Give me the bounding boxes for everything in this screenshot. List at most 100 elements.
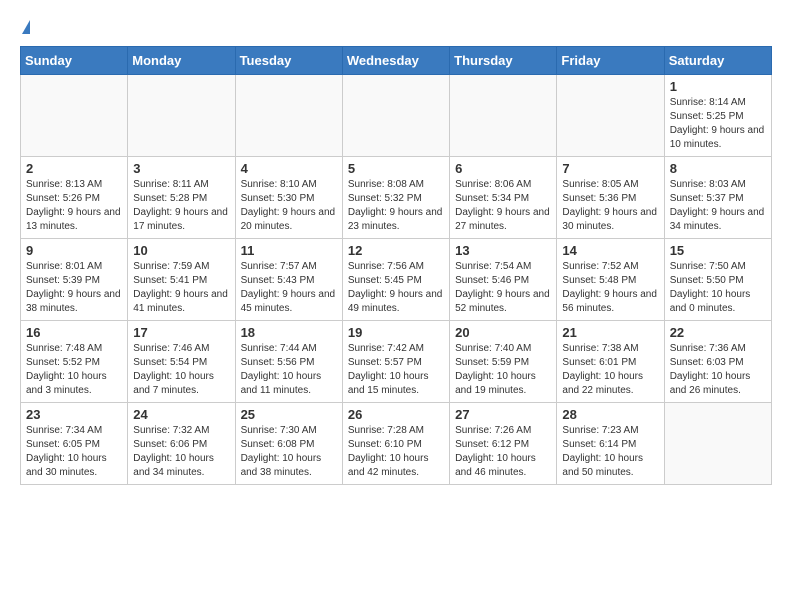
day-info: Sunrise: 7:42 AM Sunset: 5:57 PM Dayligh… — [348, 342, 444, 398]
calendar-cell: 19 Sunrise: 7:42 AM Sunset: 5:57 PM Dayli… — [342, 321, 449, 403]
calendar-cell: 4 Sunrise: 8:10 AM Sunset: 5:30 PM Daylig… — [235, 157, 342, 239]
day-number: 23 — [26, 407, 122, 422]
calendar-cell: 12 Sunrise: 7:56 AM Sunset: 5:45 PM Dayli… — [342, 239, 449, 321]
calendar-cell: 27 Sunrise: 7:26 AM Sunset: 6:12 PM Dayli… — [450, 403, 557, 485]
calendar-cell: 20 Sunrise: 7:40 AM Sunset: 5:59 PM Dayli… — [450, 321, 557, 403]
day-info: Sunrise: 7:57 AM Sunset: 5:43 PM Dayligh… — [241, 260, 337, 316]
day-number: 5 — [348, 161, 444, 176]
day-number: 24 — [133, 407, 229, 422]
header — [20, 20, 772, 36]
calendar-cell: 11Sunrise: 7:57 AM Sunset: 5:43 PM Dayli… — [235, 239, 342, 321]
calendar-cell: 16Sunrise: 7:48 AM Sunset: 5:52 PM Dayli… — [21, 321, 128, 403]
day-number: 17 — [133, 325, 229, 340]
calendar-cell: 26 Sunrise: 7:28 AM Sunset: 6:10 PM Dayli… — [342, 403, 449, 485]
day-info: Sunrise: 7:30 AM Sunset: 6:08 PM Dayligh… — [241, 424, 337, 480]
column-header-thursday: Thursday — [450, 47, 557, 75]
calendar-header-row: SundayMondayTuesdayWednesdayThursdayFrid… — [21, 47, 772, 75]
calendar-cell — [450, 75, 557, 157]
calendar-cell: 17 Sunrise: 7:46 AM Sunset: 5:54 PM Dayli… — [128, 321, 235, 403]
day-info: Sunrise: 7:44 AM Sunset: 5:56 PM Dayligh… — [241, 342, 337, 398]
day-info: Sunrise: 7:50 AM Sunset: 5:50 PM Dayligh… — [670, 260, 766, 316]
day-info: Sunrise: 7:46 AM Sunset: 5:54 PM Dayligh… — [133, 342, 229, 398]
day-info: Sunrise: 7:38 AM Sunset: 6:01 PM Dayligh… — [562, 342, 658, 398]
day-info: Sunrise: 7:23 AM Sunset: 6:14 PM Dayligh… — [562, 424, 658, 480]
day-number: 3 — [133, 161, 229, 176]
day-number: 10 — [133, 243, 229, 258]
day-info: Sunrise: 8:06 AM Sunset: 5:34 PM Dayligh… — [455, 178, 551, 234]
calendar-cell — [664, 403, 771, 485]
calendar-cell: 8 Sunrise: 8:03 AM Sunset: 5:37 PM Daylig… — [664, 157, 771, 239]
calendar-cell: 9 Sunrise: 8:01 AM Sunset: 5:39 PM Daylig… — [21, 239, 128, 321]
calendar-cell: 15 Sunrise: 7:50 AM Sunset: 5:50 PM Dayli… — [664, 239, 771, 321]
day-number: 8 — [670, 161, 766, 176]
day-number: 27 — [455, 407, 551, 422]
day-number: 20 — [455, 325, 551, 340]
calendar-cell — [557, 75, 664, 157]
calendar-cell: 21Sunrise: 7:38 AM Sunset: 6:01 PM Dayli… — [557, 321, 664, 403]
calendar-cell — [342, 75, 449, 157]
day-number: 7 — [562, 161, 658, 176]
day-info: Sunrise: 8:10 AM Sunset: 5:30 PM Dayligh… — [241, 178, 337, 234]
calendar-cell — [235, 75, 342, 157]
column-header-saturday: Saturday — [664, 47, 771, 75]
calendar-cell: 23 Sunrise: 7:34 AM Sunset: 6:05 PM Dayli… — [21, 403, 128, 485]
logo — [20, 20, 30, 36]
day-number: 28 — [562, 407, 658, 422]
day-info: Sunrise: 7:34 AM Sunset: 6:05 PM Dayligh… — [26, 424, 122, 480]
day-number: 14 — [562, 243, 658, 258]
day-number: 19 — [348, 325, 444, 340]
calendar-cell: 24 Sunrise: 7:32 AM Sunset: 6:06 PM Dayli… — [128, 403, 235, 485]
day-info: Sunrise: 7:54 AM Sunset: 5:46 PM Dayligh… — [455, 260, 551, 316]
calendar-cell — [21, 75, 128, 157]
day-number: 22 — [670, 325, 766, 340]
calendar-week-row: 9 Sunrise: 8:01 AM Sunset: 5:39 PM Daylig… — [21, 239, 772, 321]
day-info: Sunrise: 7:40 AM Sunset: 5:59 PM Dayligh… — [455, 342, 551, 398]
column-header-tuesday: Tuesday — [235, 47, 342, 75]
day-number: 6 — [455, 161, 551, 176]
calendar-cell: 5 Sunrise: 8:08 AM Sunset: 5:32 PM Daylig… — [342, 157, 449, 239]
calendar-cell: 7 Sunrise: 8:05 AM Sunset: 5:36 PM Daylig… — [557, 157, 664, 239]
day-info: Sunrise: 7:28 AM Sunset: 6:10 PM Dayligh… — [348, 424, 444, 480]
calendar-week-row: 1 Sunrise: 8:14 AM Sunset: 5:25 PM Daylig… — [21, 75, 772, 157]
calendar-cell: 1 Sunrise: 8:14 AM Sunset: 5:25 PM Daylig… — [664, 75, 771, 157]
calendar-cell: 28 Sunrise: 7:23 AM Sunset: 6:14 PM Dayli… — [557, 403, 664, 485]
day-number: 1 — [670, 79, 766, 94]
calendar-cell: 13 Sunrise: 7:54 AM Sunset: 5:46 PM Dayli… — [450, 239, 557, 321]
calendar-cell: 6 Sunrise: 8:06 AM Sunset: 5:34 PM Daylig… — [450, 157, 557, 239]
column-header-wednesday: Wednesday — [342, 47, 449, 75]
calendar-week-row: 2 Sunrise: 8:13 AM Sunset: 5:26 PM Daylig… — [21, 157, 772, 239]
calendar-week-row: 16Sunrise: 7:48 AM Sunset: 5:52 PM Dayli… — [21, 321, 772, 403]
calendar-cell: 2 Sunrise: 8:13 AM Sunset: 5:26 PM Daylig… — [21, 157, 128, 239]
day-number: 9 — [26, 243, 122, 258]
calendar-table: SundayMondayTuesdayWednesdayThursdayFrid… — [20, 46, 772, 485]
day-info: Sunrise: 7:26 AM Sunset: 6:12 PM Dayligh… — [455, 424, 551, 480]
day-info: Sunrise: 7:36 AM Sunset: 6:03 PM Dayligh… — [670, 342, 766, 398]
day-number: 12 — [348, 243, 444, 258]
day-info: Sunrise: 8:08 AM Sunset: 5:32 PM Dayligh… — [348, 178, 444, 234]
calendar-cell — [128, 75, 235, 157]
day-number: 4 — [241, 161, 337, 176]
calendar-cell: 22 Sunrise: 7:36 AM Sunset: 6:03 PM Dayli… — [664, 321, 771, 403]
day-info: Sunrise: 7:52 AM Sunset: 5:48 PM Dayligh… — [562, 260, 658, 316]
day-number: 25 — [241, 407, 337, 422]
day-number: 2 — [26, 161, 122, 176]
day-number: 16 — [26, 325, 122, 340]
calendar-cell: 14 Sunrise: 7:52 AM Sunset: 5:48 PM Dayli… — [557, 239, 664, 321]
calendar-cell: 25 Sunrise: 7:30 AM Sunset: 6:08 PM Dayli… — [235, 403, 342, 485]
day-info: Sunrise: 8:01 AM Sunset: 5:39 PM Dayligh… — [26, 260, 122, 316]
calendar-cell: 18Sunrise: 7:44 AM Sunset: 5:56 PM Dayli… — [235, 321, 342, 403]
day-info: Sunrise: 7:59 AM Sunset: 5:41 PM Dayligh… — [133, 260, 229, 316]
day-info: Sunrise: 8:05 AM Sunset: 5:36 PM Dayligh… — [562, 178, 658, 234]
day-info: Sunrise: 8:14 AM Sunset: 5:25 PM Dayligh… — [670, 96, 766, 152]
calendar-cell: 3Sunrise: 8:11 AM Sunset: 5:28 PM Daylig… — [128, 157, 235, 239]
day-info: Sunrise: 8:13 AM Sunset: 5:26 PM Dayligh… — [26, 178, 122, 234]
day-info: Sunrise: 7:56 AM Sunset: 5:45 PM Dayligh… — [348, 260, 444, 316]
day-number: 13 — [455, 243, 551, 258]
day-number: 26 — [348, 407, 444, 422]
calendar-cell: 10 Sunrise: 7:59 AM Sunset: 5:41 PM Dayli… — [128, 239, 235, 321]
day-number: 15 — [670, 243, 766, 258]
day-info: Sunrise: 7:32 AM Sunset: 6:06 PM Dayligh… — [133, 424, 229, 480]
logo-triangle-icon — [22, 20, 30, 34]
column-header-friday: Friday — [557, 47, 664, 75]
day-info: Sunrise: 8:03 AM Sunset: 5:37 PM Dayligh… — [670, 178, 766, 234]
